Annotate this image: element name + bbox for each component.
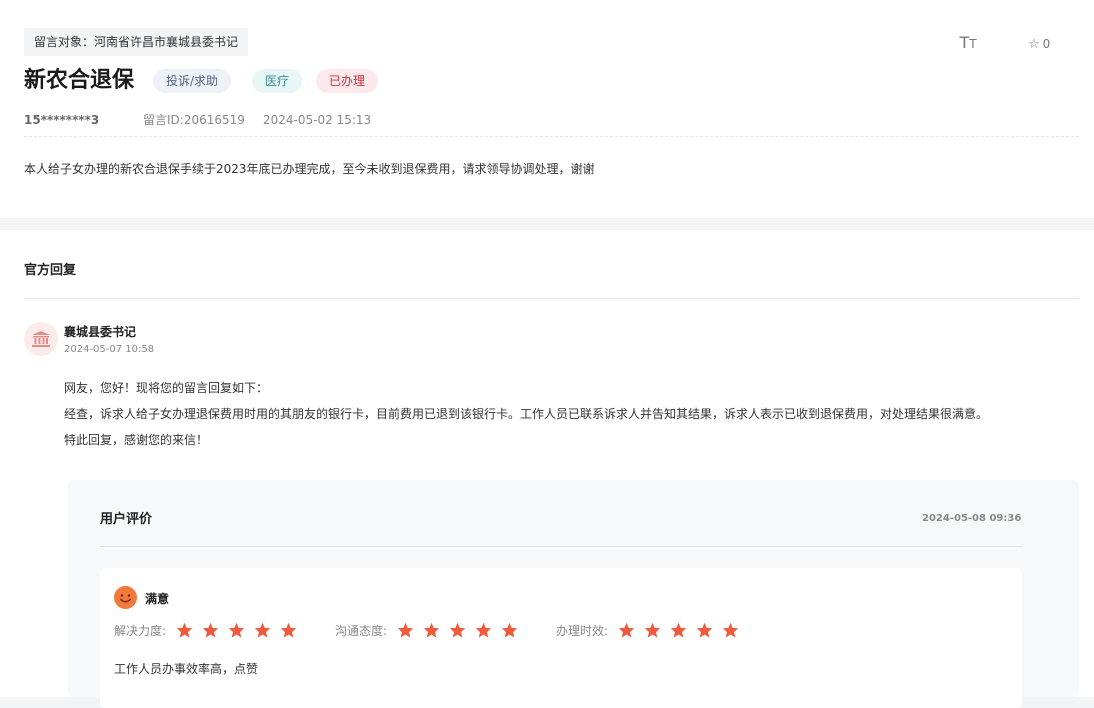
favorite-button[interactable]: ☆ 0: [1028, 35, 1050, 53]
star-icon: [228, 622, 245, 638]
tag-category: 医疗: [252, 69, 303, 93]
star-icon: [696, 622, 713, 638]
star-icon: [449, 622, 466, 638]
star-icon: [397, 622, 414, 638]
official-reply-card: 官方回复 襄城县委书记 2024-05-07 10:58 网友，您好！现将您的留…: [0, 230, 1094, 708]
star-icon: [475, 622, 492, 638]
message-title: 新农合退保: [24, 68, 135, 93]
star-rating: [618, 622, 748, 638]
reply-line: 特此回复，感谢您的来信！: [64, 433, 209, 447]
evaluation-time: 2024-05-08 09:36: [922, 513, 1022, 524]
reply-line: 经查，诉求人给子女办理退保费用时用的其朋友的银行卡，目前费用已退到该银行卡。工作…: [64, 407, 989, 421]
star-icon: [202, 622, 219, 638]
divider: [24, 136, 1079, 137]
rating-timeliness: 办理时效:: [556, 621, 748, 639]
message-time: 2024-05-02 15:13: [263, 113, 372, 127]
star-icon: [644, 622, 661, 638]
star-icon: [254, 622, 271, 638]
message-id: 留言ID:20616519: [143, 111, 245, 129]
rating-label: 办理时效:: [556, 623, 609, 638]
star-icon: [423, 622, 440, 638]
star-icon: [722, 622, 739, 638]
smile-face-icon: [114, 586, 137, 609]
star-outline-icon: ☆: [1028, 37, 1040, 52]
message-content: 本人给子女办理的新农合退保手续于2023年底已办理完成，至今未收到退保费用，请求…: [24, 162, 595, 176]
star-icon: [618, 622, 635, 638]
evaluation-detail: 满意 解决力度: 沟通态度: 办理时效: 工作人员办事效率高，点赞: [100, 568, 1022, 708]
user-evaluation: 用户评价 2024-05-08 09:36 满意 解决力度: 沟通态度: 办理时…: [68, 480, 1079, 708]
evaluation-comment: 工作人员办事效率高，点赞: [114, 662, 259, 676]
message-target: 留言对象：河南省许昌市襄城县委书记: [24, 28, 249, 56]
message-id-value: 20616519: [183, 113, 245, 127]
tag-type: 投诉/求助: [153, 69, 232, 93]
message-card: 留言对象：河南省许昌市襄城县委书记 TT ☆ 0 新农合退保 投诉/求助 医疗 已…: [0, 0, 1094, 218]
status-badge: 已办理: [316, 69, 379, 93]
rating-resolution: 解决力度:: [114, 621, 306, 639]
rating-label: 解决力度:: [114, 623, 167, 638]
reply-body: 网友，您好！现将您的留言回复如下： 经查，诉求人给子女办理退保费用时用的其朋友的…: [64, 375, 1074, 453]
star-icon: [501, 622, 518, 638]
message-id-label: 留言ID:: [143, 113, 184, 127]
reply-org-name: 襄城县委书记: [64, 325, 137, 339]
star-icon: [670, 622, 687, 638]
government-building-icon: [24, 322, 58, 356]
star-icon: [176, 622, 193, 638]
reply-section-title: 官方回复: [24, 263, 77, 278]
divider: [24, 298, 1079, 299]
reply-line: 网友，您好！现将您的留言回复如下：: [64, 381, 269, 395]
rating-label: 沟通态度:: [335, 623, 388, 638]
rating-attitude: 沟通态度:: [335, 621, 527, 639]
star-rating: [176, 622, 306, 638]
star-icon: [280, 622, 297, 638]
reply-time: 2024-05-07 10:58: [64, 344, 155, 355]
text-size-icon[interactable]: TT: [958, 33, 978, 53]
favorite-count: 0: [1042, 37, 1051, 51]
star-rating: [397, 622, 527, 638]
satisfaction-level: 满意: [145, 592, 170, 606]
target-value: 河南省许昌市襄城县委书记: [94, 35, 239, 49]
message-user: 15********3: [24, 113, 100, 127]
target-label: 留言对象：: [34, 35, 95, 49]
evaluation-title: 用户评价: [100, 512, 153, 527]
divider: [100, 546, 1022, 547]
